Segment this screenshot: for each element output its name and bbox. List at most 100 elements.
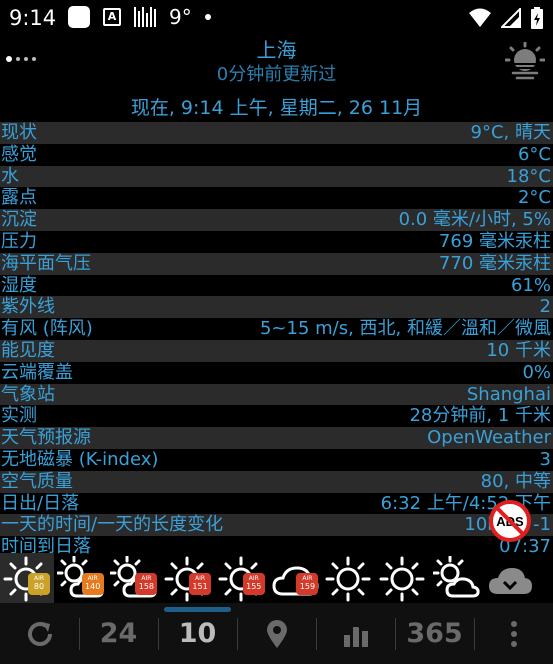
row-value: OpenWeather [427,427,551,449]
row-value: 9°C, 晴天 [470,122,551,143]
row-value: 770 毫米汞柱 [438,252,551,274]
row-label: 云端覆盖 [1,361,73,383]
barcode-icon [134,7,156,27]
air-value: 151 [192,582,208,591]
air-quality-badge: AIR 80 [28,573,50,595]
air-label: AIR [302,575,313,582]
status-bar: 9:14 A 9° [0,0,553,36]
row-value: 10 千米 [486,339,551,361]
forecast-day[interactable]: AIR 80 [0,553,54,603]
sun-icon [325,556,371,602]
forecast-day[interactable]: AIR 151 [161,553,215,603]
sun-icon [379,556,425,602]
row-value: 2°C [517,187,551,209]
air-quality-badge: AIR 155 [242,573,265,595]
tab-10-days[interactable]: 10 [158,603,237,664]
city-name[interactable]: 上海 [0,34,553,63]
map-pin-icon [266,619,287,648]
air-label: AIR [141,575,152,582]
a-box-icon: A [103,8,121,26]
table-row: 现状 9°C, 晴天 [0,122,553,144]
table-row: 海平面气压 770 毫米汞柱 [0,252,553,275]
air-value: 159 [299,582,316,591]
map-button[interactable] [237,603,316,664]
table-row: 日出/日落 6:32 上午/4:52 下午 [0,493,553,515]
fog-sun-icon[interactable] [505,42,545,82]
status-time: 9:14 [9,6,57,30]
row-value: Shanghai [466,383,551,405]
tab-365-days[interactable]: 365 [395,603,474,664]
row-label: 实测 [1,405,37,427]
row-label: 空气质量 [1,470,73,492]
air-label: AIR [248,575,259,582]
app-square-icon [68,6,90,28]
row-value: 61% [510,274,551,296]
forecast-day[interactable] [376,553,430,603]
row-value: 0% [522,361,551,383]
forecast-day[interactable] [322,553,376,603]
signal-icon [501,8,521,28]
table-row: 沉淀 0.0 毫米/小时, 5% [0,209,553,231]
row-label: 感觉 [1,143,37,165]
forecast-day[interactable] [430,553,484,603]
table-row: 实测 28分钟前, 1 千米 [0,405,553,427]
row-label: 一天的时间/一天的长度变化 [1,514,224,536]
table-row: 紫外线 2 [0,296,553,319]
row-label: 湿度 [1,274,37,296]
status-temp: 9° [169,5,192,29]
forecast-strip[interactable]: AIR 80 AIR 140 AIR 158 AIR 151 AIR 155 AIR 159 [0,553,553,603]
row-value: 18°C [506,165,551,187]
air-value: 80 [33,582,45,591]
air-value: 140 [85,582,101,591]
refresh-button[interactable] [0,603,79,664]
row-value: 5~15 m/s, 西北, 和緩／溫和／微風 [259,318,551,340]
forecast-day[interactable]: AIR 159 [268,553,322,603]
row-label: 水 [1,165,19,187]
table-row: 能见度 10 千米 [0,339,553,362]
row-value: 2 [539,296,551,318]
row-label: 沉淀 [1,209,37,231]
tab-24-hours[interactable]: 24 [79,603,158,664]
air-value: 158 [138,582,155,591]
tab-10-label: 10 [178,618,217,649]
table-row: 云端覆盖 0% [0,362,553,384]
ads-block-icon[interactable]: ADS [488,499,532,543]
tab-365-label: 365 [406,618,463,649]
updated-text: 0分钟前更新过 [216,64,337,85]
air-value: 155 [246,582,262,591]
row-label: 紫外线 [1,296,55,318]
chart-button[interactable] [316,603,395,664]
air-quality-badge: AIR 140 [81,573,104,595]
weather-details-table: 现状 9°C, 晴天 感觉 6°C 水 18°C 露点 2°C 沉淀 0.0 毫米/小时,… [0,122,553,558]
table-row: 湿度 61% [0,275,553,297]
air-quality-badge: AIR 151 [189,573,212,595]
air-quality-badge: AIR 159 [296,573,319,595]
row-value: 28分钟前, 1 千米 [409,405,551,427]
table-row: 露点 2°C [0,187,553,209]
current-datetime: 现在, 9:14 上午, 星期二, 26 11月 [130,97,423,119]
table-row: 一天的时间/一天的长度变化10h20, -1 [0,514,553,537]
forecast-day[interactable]: AIR 155 [215,553,269,603]
menu-button[interactable] [474,603,553,664]
air-label: AIR [195,575,206,582]
sun-cloud-icon [432,556,480,598]
row-label: 有风 (阵风) [1,318,93,340]
row-label: 无地磁暴 (K-index) [1,448,159,470]
row-label: 天气预报源 [1,427,91,449]
row-value: 3 [539,448,551,470]
table-row: 压力 769 毫米汞柱 [0,231,553,253]
status-notification-icons: A 9° [68,5,211,29]
row-label: 能见度 [1,339,55,361]
cloud-download-icon [489,568,533,594]
air-label: AIR [33,575,45,582]
row-label: 海平面气压 [1,252,91,274]
row-value: 6°C [517,143,551,165]
forecast-day[interactable] [483,553,537,603]
forecast-day[interactable]: AIR 140 [54,553,108,603]
battery-icon [531,7,543,29]
forecast-day[interactable]: AIR 158 [107,553,161,603]
air-quality-badge: AIR 158 [135,573,158,595]
table-row: 感觉 6°C [0,144,553,166]
table-row: 天气预报源 OpenWeather [0,427,553,449]
row-label: 现状 [1,122,37,143]
